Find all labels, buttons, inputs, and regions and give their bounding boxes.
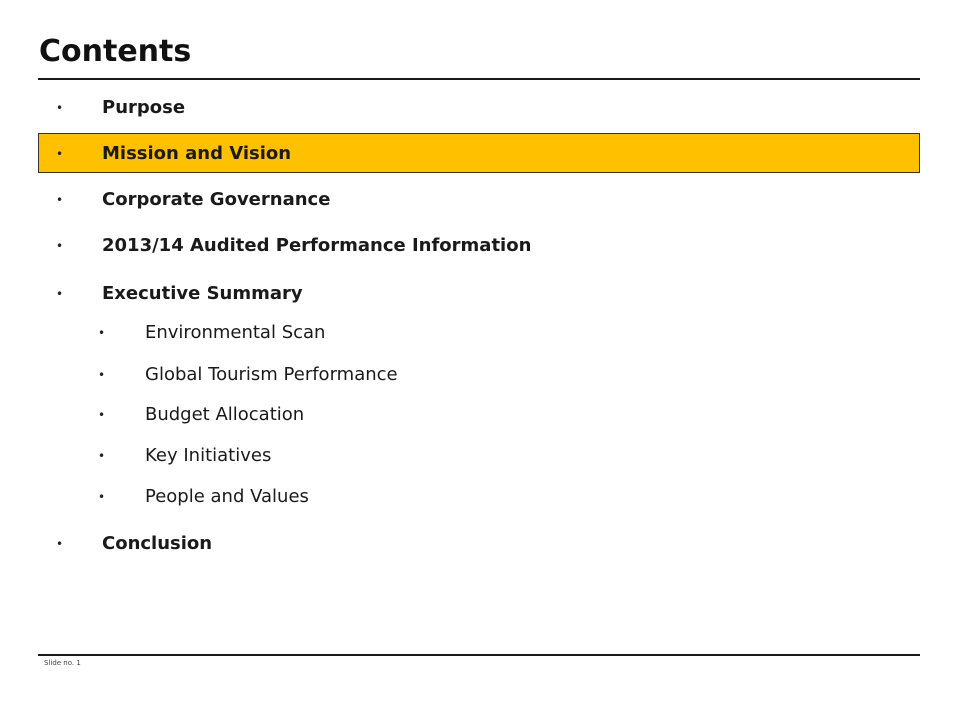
contents-item-label: Mission and Vision: [102, 143, 292, 164]
contents-item-label: Purpose: [102, 97, 186, 118]
footer-divider: [38, 654, 920, 656]
slide-number: Slide no. 1: [44, 659, 81, 667]
bullet-icon: •: [56, 537, 64, 551]
bullet-icon: •: [98, 490, 106, 504]
bullet-icon: •: [98, 408, 106, 422]
contents-subitem-people-and-values[interactable]: • People and Values: [0, 485, 960, 509]
contents-item-purpose[interactable]: • Purpose: [0, 96, 960, 120]
contents-item-executive-summary[interactable]: • Executive Summary: [0, 282, 960, 306]
bullet-icon: •: [56, 147, 64, 161]
contents-item-corporate-governance[interactable]: • Corporate Governance: [0, 188, 960, 212]
bullet-icon: •: [98, 449, 106, 463]
contents-subitem-label: Budget Allocation: [145, 404, 305, 425]
contents-subitem-global-tourism-performance[interactable]: • Global Tourism Performance: [0, 363, 960, 387]
bullet-icon: •: [98, 368, 106, 382]
contents-subitem-label: Environmental Scan: [145, 322, 326, 343]
contents-subitem-label: Global Tourism Performance: [145, 364, 398, 385]
contents-item-label: 2013/14 Audited Performance Information: [102, 235, 532, 256]
bullet-icon: •: [56, 287, 64, 301]
contents-item-conclusion[interactable]: • Conclusion: [0, 532, 960, 556]
slide-title: Contents: [39, 34, 192, 69]
contents-subitem-environmental-scan[interactable]: • Environmental Scan: [0, 321, 960, 345]
contents-item-label: Conclusion: [102, 533, 213, 554]
contents-item-label: Corporate Governance: [102, 189, 331, 210]
bullet-icon: •: [56, 101, 64, 115]
contents-item-mission-and-vision[interactable]: • Mission and Vision: [0, 142, 960, 166]
contents-subitem-label: People and Values: [145, 486, 309, 507]
contents-item-audited-performance[interactable]: • 2013/14 Audited Performance Informatio…: [0, 234, 960, 258]
contents-item-label: Executive Summary: [102, 283, 303, 304]
contents-subitem-key-initiatives[interactable]: • Key Initiatives: [0, 444, 960, 468]
bullet-icon: •: [98, 326, 106, 340]
bullet-icon: •: [56, 239, 64, 253]
contents-subitem-label: Key Initiatives: [145, 445, 272, 466]
contents-subitem-budget-allocation[interactable]: • Budget Allocation: [0, 403, 960, 427]
title-divider: [38, 78, 920, 80]
bullet-icon: •: [56, 193, 64, 207]
